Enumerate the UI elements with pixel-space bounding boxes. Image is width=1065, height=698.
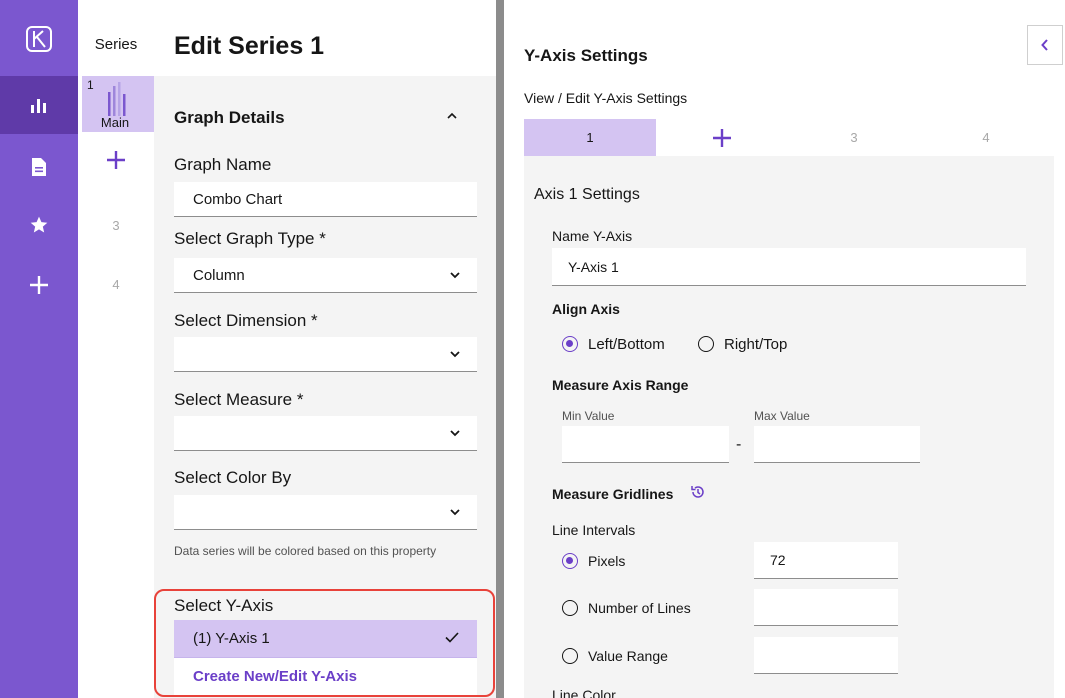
min-value-label: Min Value (562, 409, 615, 423)
section-title: Graph Details (174, 108, 285, 127)
align-right-top-radio[interactable] (698, 336, 714, 352)
series-header: Series (94, 36, 138, 53)
rail-item-charts[interactable] (0, 76, 78, 134)
graph-type-label: Select Graph Type * (174, 229, 326, 248)
graph-type-value: Column (193, 267, 245, 284)
series-card-number: 1 (87, 78, 94, 92)
pixels-input[interactable]: 72 (754, 542, 898, 579)
graph-type-select[interactable]: Column (174, 258, 477, 293)
range-separator: - (736, 436, 742, 453)
reset-history-icon[interactable] (690, 484, 706, 500)
series-slot-3[interactable]: 3 (78, 218, 154, 233)
graph-name-input[interactable]: Combo Chart (174, 182, 477, 217)
chevron-left-icon (1041, 39, 1048, 51)
plus-icon (107, 151, 125, 169)
interval-pixels-label: Pixels (588, 553, 626, 569)
yaxis-settings-panel: Y-Axis Settings View / Edit Y-Axis Setti… (504, 0, 1065, 698)
max-value-input[interactable] (754, 426, 920, 463)
app-logo[interactable] (0, 10, 78, 68)
align-left-bottom-label: Left/Bottom (588, 336, 665, 353)
yaxis-settings-title: Y-Axis Settings (524, 46, 648, 65)
align-left-bottom-radio[interactable] (562, 336, 578, 352)
panel-divider[interactable] (496, 0, 504, 698)
tab-axis-3[interactable]: 3 (788, 119, 920, 156)
yaxis-highlight (154, 589, 495, 697)
tab-axis-1[interactable]: 1 (524, 119, 656, 156)
measure-axis-range-label: Measure Axis Range (552, 377, 689, 393)
rail-item-documents[interactable] (0, 138, 78, 196)
measure-gridlines-label: Measure Gridlines (552, 486, 674, 502)
graph-details-section-toggle[interactable]: Graph Details (154, 76, 496, 140)
measure-select[interactable] (174, 416, 477, 451)
interval-lines-radio[interactable] (562, 600, 578, 616)
series-column: Series 1 Main 3 4 (78, 0, 154, 698)
name-yaxis-input[interactable]: Y-Axis 1 (552, 248, 1026, 286)
add-series-button[interactable] (78, 150, 154, 170)
interval-lines-label: Number of Lines (588, 600, 691, 616)
line-color-label: Line Color (552, 687, 616, 698)
document-icon (32, 158, 46, 176)
axis-settings-title: Axis 1 Settings (534, 186, 640, 203)
tab-axis-4[interactable]: 4 (920, 119, 1052, 156)
app-rail (0, 0, 78, 698)
color-by-select[interactable] (174, 495, 477, 530)
name-yaxis-label: Name Y-Axis (552, 228, 633, 244)
interval-range-radio[interactable] (562, 648, 578, 664)
edit-header: Edit Series 1 (154, 0, 496, 76)
value-range-input[interactable] (754, 637, 898, 674)
color-by-helper-text: Data series will be colored based on thi… (174, 544, 437, 558)
chevron-down-icon (450, 351, 460, 358)
rail-item-favorites[interactable] (0, 196, 78, 254)
collapse-panel-button[interactable] (1027, 25, 1063, 65)
plus-icon (713, 128, 731, 147)
graph-name-label: Graph Name (174, 155, 272, 174)
yaxis-settings-subtitle: View / Edit Y-Axis Settings (524, 90, 688, 106)
axis-settings-body: Axis 1 Settings Name Y-Axis Y-Axis 1 Ali… (524, 156, 1054, 698)
dimension-label: Select Dimension * (174, 311, 318, 330)
interval-pixels-radio[interactable] (562, 553, 578, 569)
series-bars-icon (108, 82, 126, 116)
chevron-up-icon (447, 112, 457, 119)
series-card-label: Main (100, 115, 130, 130)
chevron-down-icon (450, 430, 460, 437)
page-title: Edit Series 1 (174, 32, 325, 60)
rail-item-add[interactable] (0, 256, 78, 314)
color-by-label: Select Color By (174, 468, 292, 487)
chevron-down-icon (450, 509, 460, 516)
min-value-input[interactable] (562, 426, 729, 463)
series-slot-4[interactable]: 4 (78, 277, 154, 292)
plus-icon (30, 276, 48, 294)
number-of-lines-input[interactable] (754, 589, 898, 626)
measure-label: Select Measure * (174, 390, 304, 409)
chevron-down-icon (450, 272, 460, 279)
align-right-top-label: Right/Top (724, 336, 788, 353)
logo-icon (26, 26, 52, 52)
yaxis-tabs: 1 3 4 (524, 119, 1054, 156)
tab-add-axis[interactable] (656, 119, 788, 156)
max-value-label: Max Value (754, 409, 810, 423)
star-icon (30, 216, 48, 233)
bar-chart-icon (31, 99, 46, 113)
align-axis-label: Align Axis (552, 301, 620, 317)
interval-range-label: Value Range (588, 648, 668, 664)
series-card-1[interactable]: 1 Main (82, 76, 154, 132)
line-intervals-label: Line Intervals (552, 522, 636, 538)
dimension-select[interactable] (174, 337, 477, 372)
